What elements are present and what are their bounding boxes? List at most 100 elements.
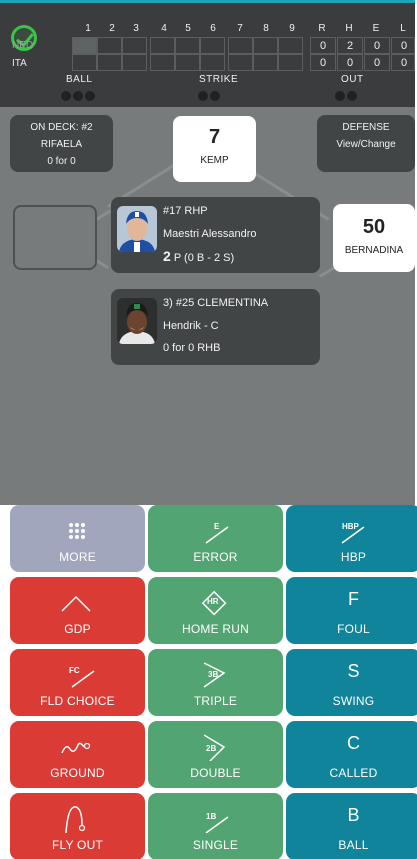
first-base-runner[interactable]: 50 BERNADINA <box>333 204 415 272</box>
error-glyph-text: E <box>214 522 220 531</box>
fly-out-label: FLY OUT <box>52 838 103 852</box>
inning-2-header: 2 <box>109 23 115 34</box>
inning-1-header: 1 <box>85 23 91 34</box>
single-button[interactable]: 1B SINGLE <box>148 793 283 859</box>
called-glyph: C <box>347 733 360 753</box>
runner-number: 50 <box>362 216 386 238</box>
home-team: ITA <box>12 58 27 69</box>
hbp-button[interactable]: HBP HBP <box>286 505 417 572</box>
double-play-icon <box>10 587 145 617</box>
gdp-label: GDP <box>64 622 91 636</box>
home-run-label: HOME RUN <box>182 622 249 636</box>
single-icon: 1B <box>148 803 283 834</box>
1b-glyph-text: 1B <box>206 812 216 821</box>
pitcher-number: #17 RHP <box>163 205 208 217</box>
hits-header: H <box>345 23 353 34</box>
ball-glyph: B <box>347 805 360 825</box>
hbp-label: HBP <box>340 550 367 564</box>
second-base-runner[interactable]: 7 KEMP <box>173 116 256 182</box>
inning-9-header: 9 <box>289 23 295 34</box>
action-grid: MORE E ERROR HBP HBP GDP HR HOME RUN F F… <box>8 505 417 859</box>
inning-6-header: 6 <box>210 23 216 34</box>
pitch-count-number: 2 <box>163 248 171 264</box>
third-base-empty[interactable] <box>13 205 97 270</box>
called-label: CALLED <box>329 766 378 780</box>
gdp-button[interactable]: GDP <box>10 577 145 644</box>
home-run-icon: HR <box>148 587 283 617</box>
foul-button[interactable]: F FOUL <box>286 577 417 644</box>
ground-out-button[interactable]: GROUND <box>10 721 145 788</box>
pitcher-card[interactable]: #17 RHP Maestri Alessandro 2 P (0 B - 2 … <box>111 197 320 273</box>
called-strike-button[interactable]: C CALLED <box>286 721 417 788</box>
foul-label: FOUL <box>337 622 370 636</box>
strike-count-label: STRIKE <box>199 74 239 85</box>
home-runs: 0 <box>319 57 327 69</box>
double-label: DOUBLE <box>190 766 241 780</box>
errors-header: E <box>372 23 380 34</box>
away-errors: 0 <box>373 40 381 52</box>
batter-card[interactable]: 3) #25 CLEMENTINA Hendrik - C 0 for 0 RH… <box>111 289 320 365</box>
pitcher-name: Maestri Alessandro <box>163 228 257 240</box>
inning-4-header: 4 <box>161 23 167 34</box>
defense-label: DEFENSE <box>342 122 390 133</box>
ball-dot <box>85 91 95 101</box>
batter-avatar <box>117 298 157 344</box>
hr-glyph-text: HR <box>207 597 219 606</box>
error-label: ERROR <box>193 550 238 564</box>
hbp-icon: HBP <box>286 515 417 545</box>
batter-order-number: 3) #25 CLEMENTINA <box>163 297 269 309</box>
grid-icon <box>10 515 145 545</box>
pitch-count-detail: P (0 B - 2 S) <box>173 252 235 264</box>
innings-grid <box>72 37 303 73</box>
field-area: ON DECK: #2 RIFAELA 0 for 0 DEFENSE View… <box>0 107 415 505</box>
fielders-choice-icon: FC <box>10 659 145 689</box>
ball-label: BALL <box>338 838 369 852</box>
more-button[interactable]: MORE <box>10 505 145 572</box>
more-label: MORE <box>59 550 96 564</box>
inning-8-header: 8 <box>263 23 269 34</box>
runner-number: 7 <box>208 126 221 148</box>
swing-button[interactable]: S SWING <box>286 649 417 716</box>
ball-indicator <box>61 91 95 101</box>
out-indicator <box>335 91 357 101</box>
fc-glyph-text: FC <box>69 666 80 675</box>
lob-header: L <box>400 23 406 34</box>
triple-icon: 3B <box>148 659 283 689</box>
defense-view-change: View/Change <box>336 139 396 150</box>
home-errors: 0 <box>373 57 381 69</box>
hbp-glyph-text: HBP <box>342 522 360 531</box>
home-lob: 0 <box>400 57 408 69</box>
foul-glyph: F <box>348 589 359 609</box>
ground-ball-icon <box>10 731 145 761</box>
inning-3-header: 3 <box>133 23 139 34</box>
fielders-choice-button[interactable]: FC FLD CHOICE <box>10 649 145 716</box>
on-deck-label: ON DECK: #2 <box>30 122 93 133</box>
pitch-count: 2 P (0 B - 2 S) <box>163 248 234 264</box>
2b-glyph-text: 2B <box>206 744 216 753</box>
triple-button[interactable]: 3B TRIPLE <box>148 649 283 716</box>
batter-name: Hendrik - C <box>163 320 219 332</box>
runner-name: KEMP <box>200 155 229 166</box>
ball-button[interactable]: B BALL <box>286 793 417 859</box>
inning-7-header: 7 <box>237 23 243 34</box>
home-hits: 0 <box>346 57 354 69</box>
on-deck-card[interactable]: ON DECK: #2 RIFAELA 0 for 0 <box>10 115 113 172</box>
ball-dot <box>61 91 71 101</box>
error-button[interactable]: E ERROR <box>148 505 283 572</box>
double-button[interactable]: 2B DOUBLE <box>148 721 283 788</box>
swing-glyph: S <box>347 661 360 681</box>
ball-dot <box>73 91 83 101</box>
away-runs: 0 <box>319 40 327 52</box>
double-icon: 2B <box>148 731 283 762</box>
fly-out-button[interactable]: FLY OUT <box>10 793 145 859</box>
triple-label: TRIPLE <box>193 694 238 708</box>
away-team: NED <box>12 40 34 51</box>
strike-dot <box>198 91 208 101</box>
defense-button[interactable]: DEFENSE View/Change <box>317 115 415 172</box>
out-dot <box>335 91 345 101</box>
fly-ball-icon <box>10 803 145 834</box>
ground-label: GROUND <box>50 766 105 780</box>
runs-header: R <box>318 23 326 34</box>
3b-glyph-text: 3B <box>208 670 218 679</box>
home-run-button[interactable]: HR HOME RUN <box>148 577 283 644</box>
